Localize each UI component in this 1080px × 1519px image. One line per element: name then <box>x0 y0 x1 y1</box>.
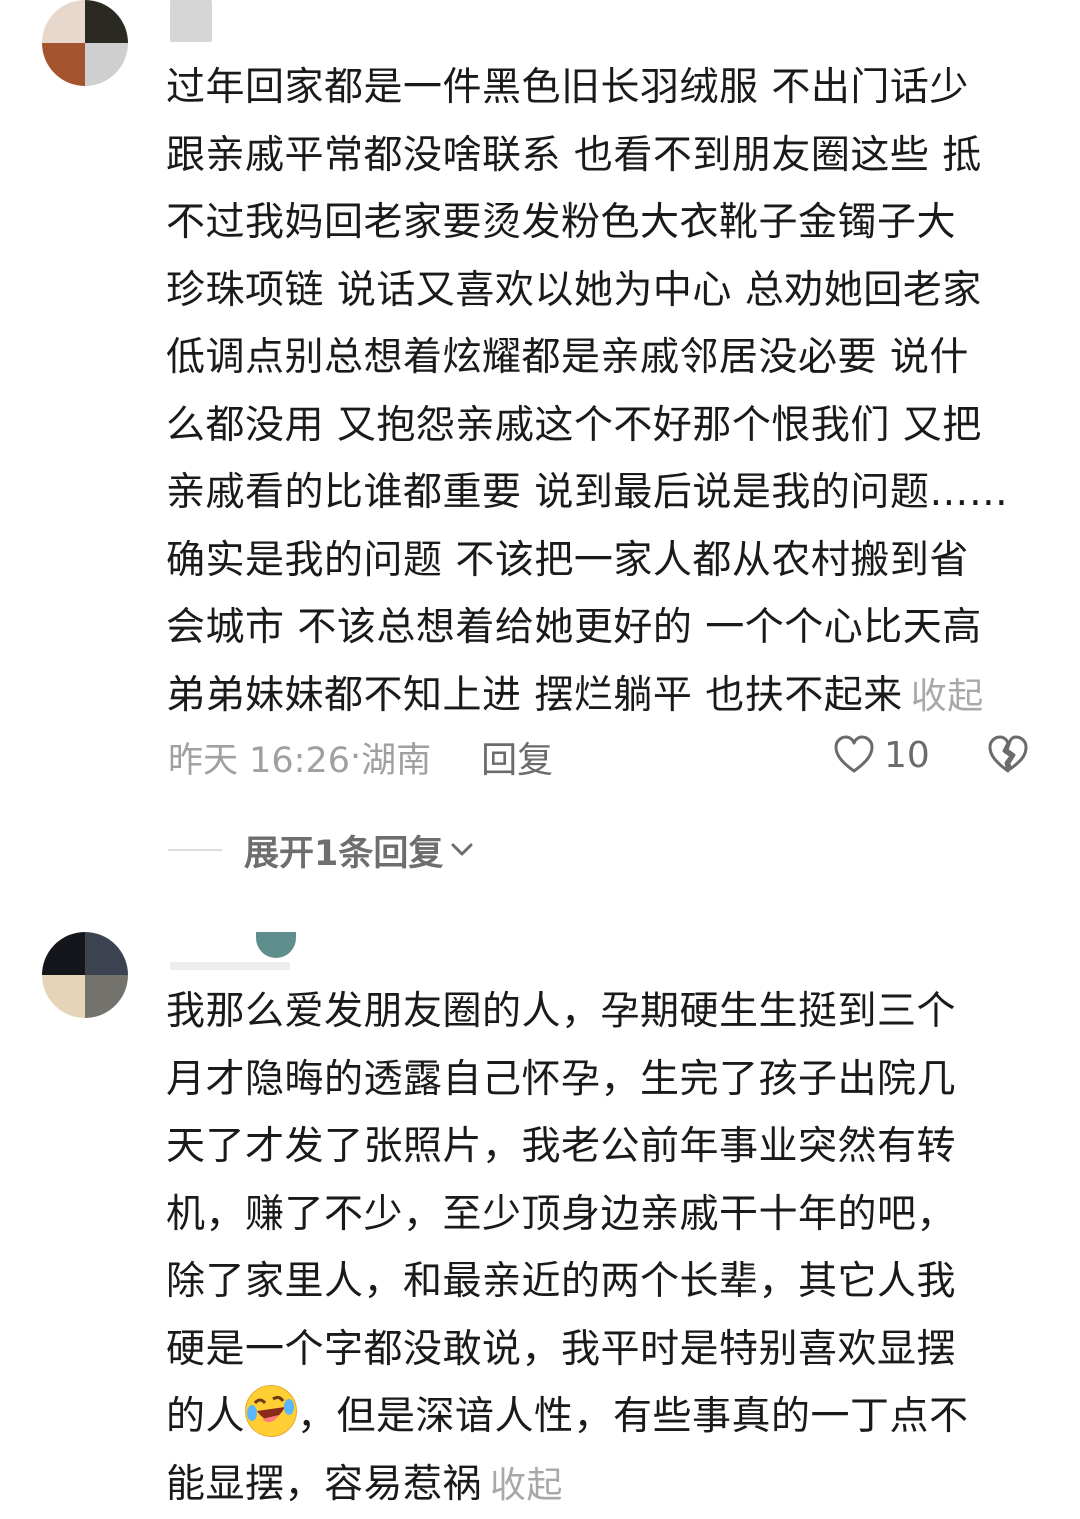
comment-line: 么都没用 又抱怨亲戚这个不好那个恨我们 又把 <box>166 392 1046 460</box>
like-button[interactable]: 10 <box>832 733 930 777</box>
comment-line: 确实是我的问题 不该把一家人都从农村搬到省 <box>166 527 1046 595</box>
comment-time: 昨天 16:26 <box>168 732 350 783</box>
comment-line-text: ，但是深谙人性，有些事真的一丁点不 <box>297 1394 969 1439</box>
comment-line: 硬是一个字都没敢说，我平时是特别喜欢显摆 <box>166 1316 1046 1384</box>
avatar-quadrant <box>42 0 85 43</box>
avatar-quadrant <box>42 932 85 975</box>
comment-line: 亲戚看的比谁都重要 说到最后说是我的问题…… <box>166 459 1046 527</box>
avatar-quadrant <box>85 0 128 43</box>
comment-line: 能显摆，容易惹祸收起 <box>166 1451 1046 1519</box>
comment-line: 月才隐晦的透露自己怀孕，生完了孩子出院几 <box>166 1046 1046 1114</box>
collapse-button[interactable]: 收起 <box>911 676 984 717</box>
dislike-button[interactable] <box>986 733 1030 786</box>
comment-line: 过年回家都是一件黑色旧长羽绒服 不出门话少 <box>166 54 1046 122</box>
comment-meta: 昨天 16:26 · 湖南 回复 10 <box>168 733 1038 781</box>
rolling-on-floor-laughing-emoji <box>245 1385 297 1437</box>
comment-text: 过年回家都是一件黑色旧长羽绒服 不出门话少 跟亲戚平常都没啥联系 也看不到朋友圈… <box>166 54 1046 730</box>
comment-2: 我那么爱发朋友圈的人，孕期硬生生挺到三个 月才隐晦的透露自己怀孕，生完了孩子出院… <box>0 932 1080 1510</box>
avatar-quadrant <box>85 43 128 86</box>
laughing-face-icon <box>245 1385 295 1435</box>
meta-separator: · <box>350 737 361 777</box>
user-badge <box>256 932 296 958</box>
avatar[interactable] <box>42 932 128 1018</box>
chevron-down-icon <box>447 835 477 865</box>
expand-replies-button[interactable]: 展开1条回复 <box>168 826 477 874</box>
avatar-quadrant <box>85 932 128 975</box>
comment-line: 天了才发了张照片，我老公前年事业突然有转 <box>166 1113 1046 1181</box>
avatar-quadrant <box>85 975 128 1018</box>
comment-line: 珍珠项链 说话又喜欢以她为中心 总劝她回老家 <box>166 257 1046 325</box>
heart-outline-icon <box>832 733 876 777</box>
comment-line: 跟亲戚平常都没啥联系 也看不到朋友圈这些 抵 <box>166 122 1046 190</box>
username-redacted[interactable] <box>170 962 290 970</box>
comment-line: 会城市 不该总想着给她更好的 一个个心比天高 <box>166 594 1046 662</box>
avatar-quadrant <box>42 43 85 86</box>
username-redacted[interactable] <box>170 0 212 42</box>
expand-replies-label: 展开1条回复 <box>244 825 443 876</box>
comment-line: 我那么爱发朋友圈的人，孕期硬生生挺到三个 <box>166 978 1046 1046</box>
comment-line-text: 能显摆，容易惹祸 <box>166 1462 482 1507</box>
reply-button[interactable]: 回复 <box>481 731 553 783</box>
avatar[interactable] <box>42 0 128 86</box>
avatar-quadrant <box>42 975 85 1018</box>
broken-heart-icon <box>986 733 1030 777</box>
comment-line: 除了家里人，和最亲近的两个长辈，其它人我 <box>166 1248 1046 1316</box>
comment-line: 弟弟妹妹都不知上进 摆烂躺平 也扶不起来收起 <box>166 662 1046 731</box>
collapse-button[interactable]: 收起 <box>490 1465 563 1506</box>
comment-location: 湖南 <box>361 732 431 783</box>
like-count: 10 <box>884 735 930 776</box>
comment-line-text: 弟弟妹妹都不知上进 摆烂躺平 也扶不起来 <box>166 673 903 718</box>
comment-line: 不过我妈回老家要烫发粉色大衣靴子金镯子大 <box>166 189 1046 257</box>
divider-line <box>168 849 222 851</box>
comment-text: 我那么爱发朋友圈的人，孕期硬生生挺到三个 月才隐晦的透露自己怀孕，生完了孩子出院… <box>166 978 1046 1519</box>
comment-line: 的人 ，但是深谙人性，有些事真的一丁点不 <box>166 1383 1046 1451</box>
comment-line-text: 的人 <box>166 1394 245 1439</box>
comment-1: 过年回家都是一件黑色旧长羽绒服 不出门话少 跟亲戚平常都没啥联系 也看不到朋友圈… <box>0 0 1080 900</box>
comment-line: 机，赚了不少，至少顶身边亲戚干十年的吧， <box>166 1181 1046 1249</box>
comment-line: 低调点别总想着炫耀都是亲戚邻居没必要 说什 <box>166 324 1046 392</box>
